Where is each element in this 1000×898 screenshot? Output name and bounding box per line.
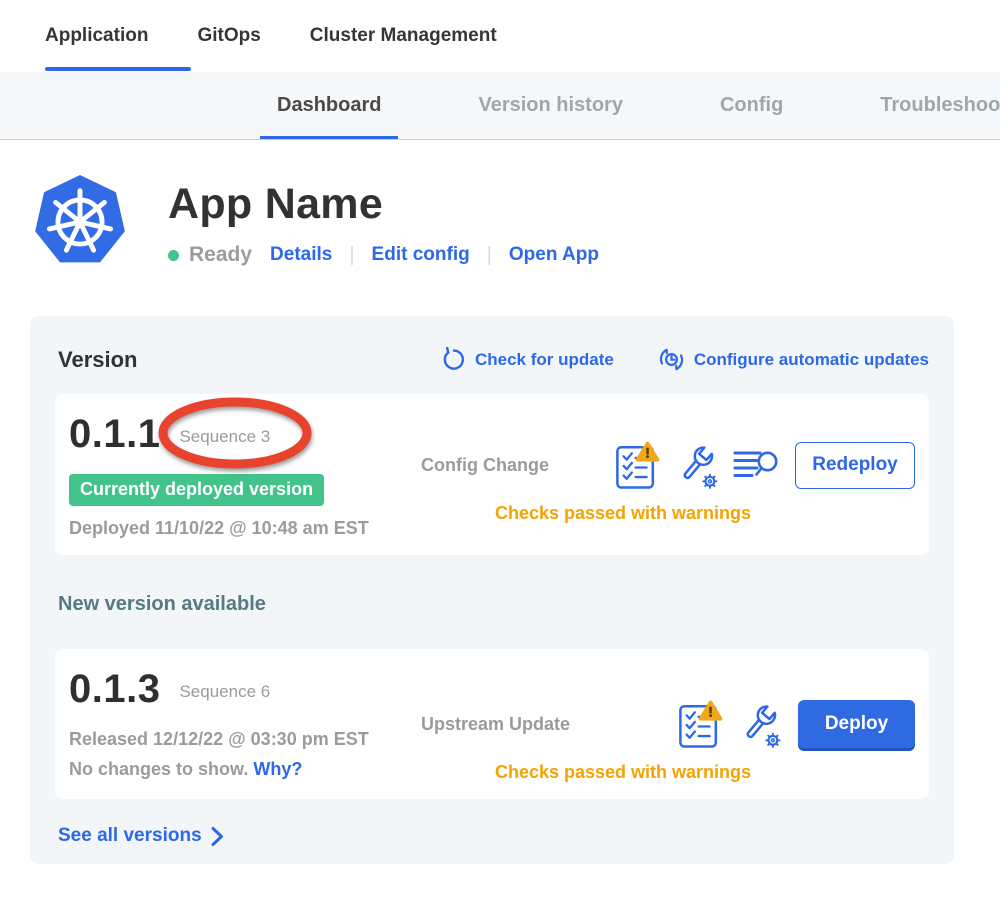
version-card-title: Version bbox=[58, 347, 137, 373]
deploy-button[interactable]: Deploy bbox=[798, 700, 915, 748]
new-source-label: Upstream Update bbox=[421, 714, 570, 735]
tab-dashboard[interactable]: Dashboard bbox=[277, 72, 381, 140]
tab-gitops[interactable]: GitOps bbox=[197, 0, 260, 72]
app-header: App Name Ready Details | Edit config | O… bbox=[33, 172, 1000, 270]
open-app-link[interactable]: Open App bbox=[509, 244, 599, 266]
app-secondary-nav: Dashboard Version history Config Trouble… bbox=[0, 72, 1000, 140]
status-dot bbox=[168, 250, 179, 261]
link-divider: | bbox=[487, 244, 492, 267]
redeploy-button[interactable]: Redeploy bbox=[795, 442, 915, 489]
released-timestamp: Released 12/12/22 @ 03:30 pm EST bbox=[69, 729, 421, 750]
deployed-timestamp: Deployed 11/10/22 @ 10:48 am EST bbox=[69, 518, 421, 539]
new-version-number: 0.1.3 bbox=[69, 667, 160, 712]
new-version-heading: New version available bbox=[58, 593, 929, 616]
config-wrench-gear-icon[interactable] bbox=[674, 440, 719, 490]
deployed-badge: Currently deployed version bbox=[69, 474, 324, 506]
configure-automatic-updates-button[interactable]: Configure automatic updates bbox=[658, 346, 929, 373]
tab-config[interactable]: Config bbox=[720, 72, 783, 140]
version-card: Version Check for update bbox=[30, 316, 954, 864]
status-label: Ready bbox=[189, 243, 252, 267]
check-for-update-button[interactable]: Check for update bbox=[442, 346, 614, 373]
new-checks-status: Checks passed with warnings bbox=[421, 762, 825, 783]
diff-view-magnifier-icon[interactable] bbox=[733, 446, 779, 484]
tab-cluster-management[interactable]: Cluster Management bbox=[310, 0, 497, 72]
new-version-row: 0.1.3 Sequence 6 Released 12/12/22 @ 03:… bbox=[55, 649, 929, 799]
current-sequence-label: Sequence 3 bbox=[179, 421, 270, 447]
details-link[interactable]: Details bbox=[270, 244, 332, 266]
why-link[interactable]: Why? bbox=[253, 759, 302, 779]
current-source-label: Config Change bbox=[421, 455, 549, 476]
new-sequence-label: Sequence 6 bbox=[179, 676, 270, 702]
auto-update-clock-icon bbox=[658, 346, 685, 373]
current-version-row: 0.1.1 Sequence 3 Currently deployed vers… bbox=[55, 394, 929, 555]
see-all-versions-link[interactable]: See all versions bbox=[58, 825, 224, 847]
preflight-checks-warning-icon[interactable] bbox=[615, 440, 660, 490]
no-changes-label: No changes to show. bbox=[69, 759, 248, 779]
current-checks-status: Checks passed with warnings bbox=[421, 503, 825, 524]
kubernetes-logo-icon bbox=[33, 172, 127, 270]
primary-nav: Application GitOps Cluster Management bbox=[0, 0, 1000, 72]
tab-application[interactable]: Application bbox=[45, 0, 148, 72]
tab-troubleshoot[interactable]: Troubleshoot bbox=[880, 72, 1000, 140]
refresh-icon bbox=[442, 347, 466, 372]
config-wrench-gear-icon[interactable] bbox=[737, 699, 782, 749]
tab-version-history[interactable]: Version history bbox=[478, 72, 623, 140]
page-title: App Name bbox=[168, 180, 599, 229]
edit-config-link[interactable]: Edit config bbox=[372, 244, 470, 266]
preflight-checks-warning-icon[interactable] bbox=[678, 699, 723, 749]
chevron-right-icon bbox=[211, 826, 224, 847]
link-divider: | bbox=[349, 244, 354, 267]
current-version-number: 0.1.1 bbox=[69, 412, 160, 457]
